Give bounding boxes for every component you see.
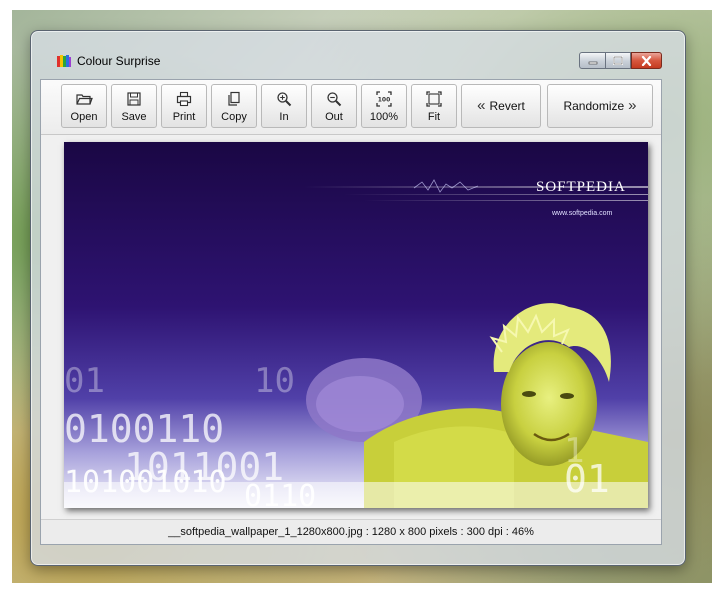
zoom-out-button[interactable]: Out xyxy=(311,84,357,128)
close-icon xyxy=(641,55,652,66)
brand-url: www.softpedia.com xyxy=(551,210,612,217)
actual-size-button[interactable]: 100 100% xyxy=(361,84,407,128)
print-label: Print xyxy=(172,111,196,123)
svg-text:10: 10 xyxy=(254,361,295,401)
minimize-icon xyxy=(588,61,597,64)
zoom-out-icon xyxy=(327,92,342,107)
double-chevron-left-icon: « xyxy=(477,97,486,114)
randomize-button[interactable]: Randomize » xyxy=(547,84,653,128)
save-label: Save xyxy=(121,111,147,123)
client-area: Open Save Print Copy In Out 100 100% Fit… xyxy=(40,79,662,545)
wallpaper-artwork: SOFTPEDIA www.softpedia.com 01 10 1 0100… xyxy=(64,142,648,508)
maximize-icon xyxy=(613,56,623,65)
zoom-in-label: In xyxy=(279,111,289,123)
floppy-disk-icon xyxy=(127,92,141,106)
revert-button[interactable]: « Revert xyxy=(461,84,541,128)
actual-size-label: 100% xyxy=(369,111,399,123)
maximize-button[interactable] xyxy=(605,52,631,69)
open-button[interactable]: Open xyxy=(61,84,107,128)
copy-icon xyxy=(228,91,240,106)
zoom-in-icon xyxy=(277,92,292,107)
save-button[interactable]: Save xyxy=(111,84,157,128)
print-button[interactable]: Print xyxy=(161,84,207,128)
revert-label: Revert xyxy=(489,99,525,113)
fit-to-window-icon xyxy=(426,91,442,107)
printer-icon xyxy=(176,91,192,107)
minimize-button[interactable] xyxy=(579,52,606,69)
app-icon xyxy=(57,55,71,67)
status-bar: __softpedia_wallpaper_1_1280x800.jpg : 1… xyxy=(41,519,661,544)
zoom-in-button[interactable]: In xyxy=(261,84,307,128)
window-title: Colour Surprise xyxy=(77,54,161,68)
copy-button[interactable]: Copy xyxy=(211,84,257,128)
fit-button[interactable]: Fit xyxy=(411,84,457,128)
copy-label: Copy xyxy=(221,111,247,123)
folder-open-icon xyxy=(76,94,93,105)
image-canvas[interactable]: SOFTPEDIA www.softpedia.com 01 10 1 0100… xyxy=(41,135,661,519)
svg-text:01: 01 xyxy=(64,361,105,401)
fit-label: Fit xyxy=(427,111,441,123)
double-chevron-right-icon: » xyxy=(628,97,637,114)
svg-text:100: 100 xyxy=(378,97,391,104)
app-window: Colour Surprise Open Save Print Copy In … xyxy=(30,30,686,566)
randomize-label: Randomize xyxy=(563,99,625,113)
displayed-image: SOFTPEDIA www.softpedia.com 01 10 1 0100… xyxy=(64,142,648,508)
actual-size-icon: 100 xyxy=(376,91,392,107)
toolbar: Open Save Print Copy In Out 100 100% Fit… xyxy=(41,80,661,135)
close-button[interactable] xyxy=(631,52,662,69)
open-label: Open xyxy=(70,111,98,123)
zoom-out-label: Out xyxy=(325,111,343,123)
brand-text: SOFTPEDIA xyxy=(536,179,626,195)
